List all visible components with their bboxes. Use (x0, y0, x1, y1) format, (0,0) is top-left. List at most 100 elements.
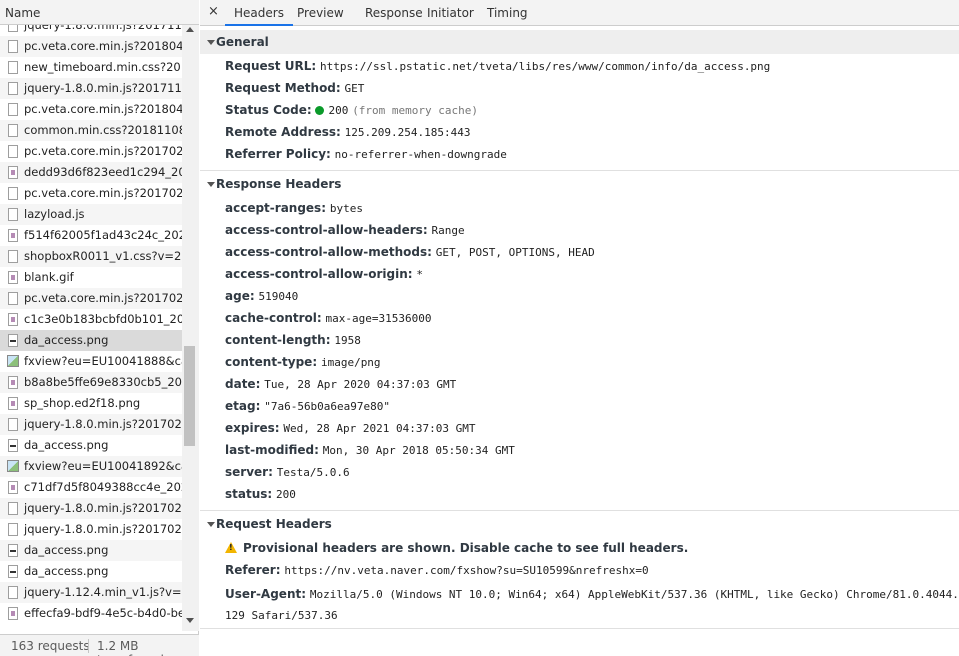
request-row[interactable]: da_access.png (0, 540, 182, 561)
scrollbar-thumb[interactable] (184, 346, 195, 446)
header-value: image/png (320, 356, 381, 369)
request-name: jquery-1.8.0.min.js?20171121 (24, 25, 182, 32)
request-row[interactable]: da_access.png (0, 561, 182, 582)
user-agent-row: User-Agent: Mozilla/5.0 (Windows NT 10.0… (225, 584, 959, 626)
request-name: blank.gif (24, 270, 74, 284)
request-row[interactable]: jquery-1.8.0.min.js?20171121 (0, 25, 182, 36)
request-row[interactable]: pc.veta.core.min.js?20170222 (0, 183, 182, 204)
request-method-key: Request Method: (225, 81, 341, 95)
request-row[interactable]: new_timeboard.min.css?20181 (0, 57, 182, 78)
request-row[interactable]: lazyload.js (0, 204, 182, 225)
request-headers-section-header[interactable]: Request Headers (200, 512, 959, 536)
request-row[interactable]: shopboxR0011_v1.css?v=2020 (0, 246, 182, 267)
request-name: jquery-1.8.0.min.js?20170206 (24, 417, 182, 431)
request-url-key: Request URL: (225, 59, 317, 73)
header-value: 200 (276, 488, 296, 501)
image-file-icon (8, 565, 18, 578)
image-file-icon (8, 376, 18, 389)
script-file-icon (8, 40, 18, 53)
request-name: f514f62005f1ad43c24c_20200 (24, 228, 182, 242)
header-key: etag: (225, 399, 261, 413)
referer-value: https://nv.veta.naver.com/fxshow?su=SU10… (284, 564, 649, 577)
scroll-up-arrow-icon[interactable] (186, 27, 194, 32)
request-name: common.min.css?20181108 (24, 123, 182, 137)
request-name: effecfa9-bdf9-4e5c-b4d0-be5 (24, 606, 182, 620)
referrer-policy-value: no-referrer-when-downgrade (334, 148, 507, 161)
image-file-icon (8, 229, 18, 242)
request-row[interactable]: c71df7d5f8049388cc4e_20200 (0, 477, 182, 498)
close-icon[interactable]: × (208, 4, 219, 19)
section-divider (200, 170, 959, 171)
response-header-row: date: Tue, 28 Apr 2020 04:37:03 GMT (225, 377, 456, 392)
request-row[interactable]: da_access.png (0, 435, 182, 456)
request-count: 163 requests (11, 639, 90, 653)
status-code-row: Status Code: 200 (from memory cache) (225, 103, 478, 118)
status-code-value: 200 (328, 104, 349, 117)
response-header-row: accept-ranges: bytes (225, 201, 363, 216)
request-row[interactable]: dedd93d6f823eed1c294_2020 (0, 162, 182, 183)
request-name: pc.veta.core.min.js?20180423 (24, 102, 182, 116)
header-value: 1958 (334, 334, 361, 347)
response-headers-section-header[interactable]: Response Headers (200, 172, 959, 196)
request-row[interactable]: pc.veta.core.min.js?20180423 (0, 36, 182, 57)
request-row[interactable]: pc.veta.core.min.js?20170222 (0, 141, 182, 162)
request-row[interactable]: da_access.png (0, 330, 182, 351)
request-row[interactable]: jquery-1.8.0.min.js?20170206 (0, 414, 182, 435)
script-file-icon (8, 502, 18, 515)
status-divider (88, 639, 89, 653)
stylesheet-file-icon (8, 124, 18, 137)
header-key: server: (225, 465, 273, 479)
status-code-note: (from memory cache) (352, 104, 479, 117)
request-name: pc.veta.core.min.js?20170222 (24, 291, 182, 305)
picture-icon (7, 355, 19, 367)
tab-preview[interactable]: Preview (288, 0, 353, 26)
request-name: pc.veta.core.min.js?20170222 (24, 144, 182, 158)
stylesheet-file-icon (8, 61, 18, 74)
request-headers-title: Request Headers (216, 517, 332, 531)
scrollbar-track[interactable] (182, 25, 199, 631)
request-name: b8a8be5ffe69e8330cb5_20200 (24, 375, 182, 389)
header-key: content-length: (225, 333, 331, 347)
header-value: Testa/5.0.6 (276, 466, 350, 479)
request-row[interactable]: sp_shop.ed2f18.png (0, 393, 182, 414)
request-row[interactable]: blank.gif (0, 267, 182, 288)
response-header-row: content-type: image/png (225, 355, 381, 370)
request-row[interactable]: fxview?eu=EU10041888&calp (0, 351, 182, 372)
request-row[interactable]: effecfa9-bdf9-4e5c-b4d0-be5 (0, 603, 182, 624)
expand-triangle-icon (207, 40, 215, 45)
request-row[interactable]: f514f62005f1ad43c24c_20200 (0, 225, 182, 246)
name-column-label: Name (5, 6, 41, 20)
request-row[interactable]: b8a8be5ffe69e8330cb5_20200 (0, 372, 182, 393)
script-file-icon (8, 187, 18, 200)
request-row[interactable]: jquery-1.8.0.min.js?20170206 (0, 519, 182, 540)
image-file-icon (8, 481, 18, 494)
header-value: max-age=31536000 (325, 312, 432, 325)
warning-text: Provisional headers are shown. Disable c… (243, 541, 689, 555)
request-row[interactable]: common.min.css?20181108 (0, 120, 182, 141)
general-section-header[interactable]: General (200, 30, 959, 54)
request-name: shopboxR0011_v1.css?v=2020 (24, 249, 182, 263)
request-name: da_access.png (24, 333, 109, 347)
request-row[interactable]: jquery-1.8.0.min.js?20171121 (0, 78, 182, 99)
remote-address-key: Remote Address: (225, 125, 341, 139)
request-row[interactable]: fxview?eu=EU10041892&calp (0, 456, 182, 477)
request-row[interactable]: pc.veta.core.min.js?20170222 (0, 288, 182, 309)
header-value: "7a6-56b0a6ea97e80" (264, 400, 391, 413)
remote-address-value: 125.209.254.185:443 (344, 126, 471, 139)
request-name: jquery-1.8.0.min.js?20170206 (24, 501, 182, 515)
request-row[interactable]: jquery-1.12.4.min_v1.js?v=202 (0, 582, 182, 603)
request-row[interactable]: c1c3e0b183bcbfd0b101_2020 (0, 309, 182, 330)
remote-address-row: Remote Address: 125.209.254.185:443 (225, 125, 470, 140)
status-code-key: Status Code: (225, 103, 312, 117)
header-value: Range (431, 224, 465, 237)
scroll-down-arrow-icon[interactable] (186, 618, 194, 623)
request-row[interactable]: jquery-1.8.0.min.js?20170206 (0, 498, 182, 519)
request-row[interactable]: pc.veta.core.min.js?20180423 (0, 99, 182, 120)
header-value: * (416, 268, 424, 281)
tab-headers[interactable]: Headers (225, 0, 293, 26)
tab-initiator[interactable]: Initiator (418, 0, 483, 26)
header-value: bytes (329, 202, 363, 215)
script-file-icon (8, 103, 18, 116)
name-column-header[interactable]: Name (0, 0, 199, 25)
tab-timing[interactable]: Timing (478, 0, 537, 26)
